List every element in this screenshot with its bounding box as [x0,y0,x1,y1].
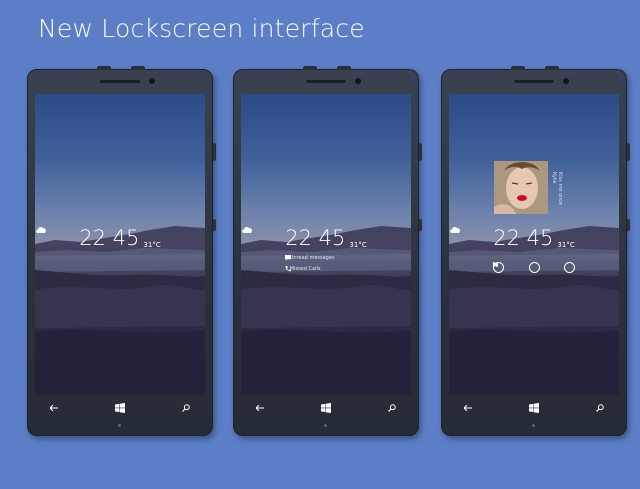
top-button [303,66,317,70]
top-button [97,66,111,70]
lockscreen[interactable]: 22 45 31°C [35,94,205,395]
volume-button [627,143,630,161]
temperature: 31°C [349,241,367,249]
weather-widget: 31°C [242,226,367,249]
clock-weather: 22 45 31°C [35,225,205,249]
earpiece-speaker [306,80,346,83]
cloud-icon [242,226,252,233]
media-controls [493,262,575,273]
sensor-dot [532,424,535,427]
volume-button [213,143,216,161]
front-camera [149,78,155,84]
search-icon[interactable] [387,403,397,413]
lockscreen[interactable]: Kiss me once Kylie 22 45 31°C [449,94,619,395]
album-cover-image [494,161,548,214]
back-arrow-icon[interactable] [463,403,473,413]
search-icon[interactable] [181,403,191,413]
top-button [511,66,525,70]
power-button [627,219,630,231]
nav-bar [35,396,205,420]
phone-icon [285,266,291,272]
message-icon [285,255,291,261]
nav-bar [241,396,411,420]
clock-time: 22 45 [493,226,554,250]
notification-calls[interactable]: 3 Missed Calls [285,266,320,272]
clock-time: 22 45 [285,226,346,250]
earpiece-speaker [514,80,554,83]
sensor-dot [324,424,327,427]
top-button [337,66,351,70]
back-arrow-icon[interactable] [255,403,265,413]
next-icon[interactable] [493,262,575,273]
phone-2: 22 45 31°C 2 Unread messages 3 Missed Ca… [233,66,422,436]
clock-weather: 22 45 31°C [241,225,411,249]
phone-1: 22 45 31°C [27,66,216,436]
album-art[interactable] [494,161,548,214]
pause-icon[interactable] [493,262,540,273]
weather-widget: 31°C [450,226,575,249]
notification-messages[interactable]: 2 Unread messages [285,255,335,261]
phone-3: Kiss me once Kylie 22 45 31°C [441,66,630,436]
temperature: 31°C [143,241,161,249]
page-title: New Lockscreen interface [38,14,365,43]
weather-widget: 31°C [36,226,161,249]
top-button [545,66,559,70]
windows-start-icon[interactable] [529,403,539,413]
windows-start-icon[interactable] [115,403,125,413]
power-button [213,219,216,231]
back-arrow-icon[interactable] [49,403,59,413]
search-icon[interactable] [595,403,605,413]
front-camera [355,78,361,84]
track-info: Kiss me once Kylie [551,172,563,224]
power-button [419,219,422,231]
nav-bar [449,396,619,420]
unread-messages-text: 2 Unread messages [285,255,335,261]
song-title: Kiss me once [557,172,563,206]
sensor-dot [118,424,121,427]
clock-weather: 22 45 31°C [449,225,619,249]
cloud-icon [450,226,460,233]
cloud-icon [36,226,46,233]
front-camera [563,78,569,84]
top-button [131,66,145,70]
volume-button [419,143,422,161]
lockscreen[interactable]: 22 45 31°C 2 Unread messages 3 Missed Ca… [241,94,411,395]
temperature: 31°C [557,241,575,249]
windows-start-icon[interactable] [321,403,331,413]
earpiece-speaker [100,80,140,83]
clock-time: 22 45 [79,226,140,250]
